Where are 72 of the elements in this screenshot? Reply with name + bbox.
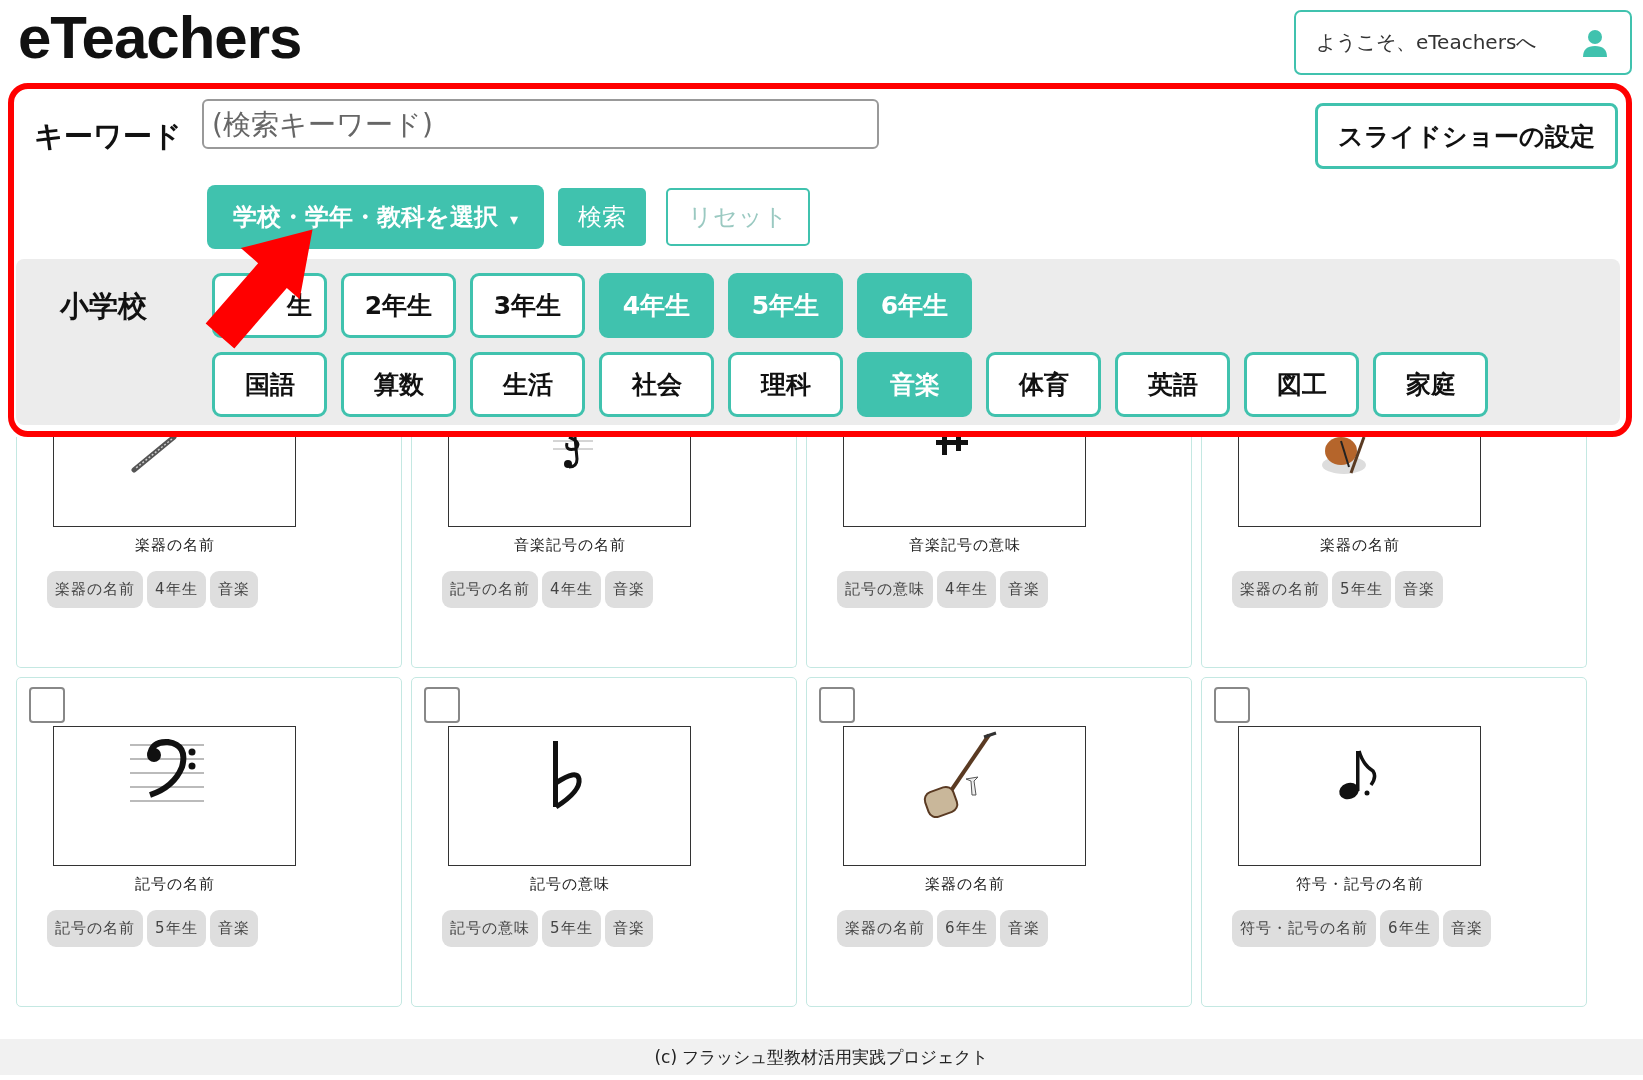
- treble-clef-icon: [552, 437, 594, 469]
- shamisen-icon: [921, 731, 997, 821]
- user-icon: [1582, 28, 1608, 57]
- card-title: 符号・記号の名前: [1294, 875, 1425, 894]
- subject-button[interactable]: 算数: [341, 352, 456, 417]
- checkbox[interactable]: [424, 687, 460, 723]
- tag[interactable]: 4年生: [147, 571, 206, 608]
- card[interactable]: 楽器の名前 楽器の名前 5年生 音楽: [1201, 437, 1587, 668]
- subject-button[interactable]: 体育: [986, 352, 1101, 417]
- tag[interactable]: 音楽: [999, 571, 1048, 608]
- tag[interactable]: 記号の名前: [442, 571, 538, 608]
- grade-button[interactable]: 3年生: [470, 273, 585, 338]
- tag[interactable]: 6年生: [937, 910, 996, 947]
- tag[interactable]: 4年生: [542, 571, 601, 608]
- violin-icon: [1322, 437, 1366, 474]
- card[interactable]: 音楽記号の意味 記号の意味 4年生 音楽: [806, 437, 1192, 668]
- card[interactable]: 楽器の名前 楽器の名前 6年生 音楽: [806, 677, 1192, 1007]
- card-title: 音楽記号の意味: [907, 536, 1022, 555]
- card[interactable]: 符号・記号の名前 符号・記号の名前 6年生 音楽: [1201, 677, 1587, 1007]
- tag[interactable]: 音楽: [604, 571, 653, 608]
- tag[interactable]: 5年生: [147, 910, 206, 947]
- subject-button[interactable]: 理科: [728, 352, 843, 417]
- card[interactable]: 音楽記号の名前 記号の名前 4年生 音楽: [411, 437, 797, 668]
- subject-button[interactable]: 生活: [470, 352, 585, 417]
- tag[interactable]: 4年生: [937, 571, 996, 608]
- tag[interactable]: 音楽: [604, 910, 653, 947]
- sharp-icon: [936, 437, 968, 455]
- subject-button[interactable]: 図工: [1244, 352, 1359, 417]
- tag[interactable]: 音楽: [999, 910, 1048, 947]
- keyword-label: キーワード: [34, 118, 182, 155]
- slideshow-settings-button[interactable]: スライドショーの設定: [1315, 103, 1618, 169]
- copyright-text: (c) フラッシュ型教材活用実践プロジェクト: [654, 1045, 989, 1069]
- welcome-text: ようこそ、eTeachersへ: [1316, 29, 1537, 56]
- card[interactable]: 記号の意味 記号の意味 5年生 音楽: [411, 677, 797, 1007]
- tag[interactable]: 記号の意味: [837, 571, 933, 608]
- tag[interactable]: 楽器の名前: [47, 571, 143, 608]
- tag[interactable]: 6年生: [1380, 910, 1439, 947]
- card-title: 楽器の名前: [923, 875, 1006, 894]
- checkbox[interactable]: [29, 687, 65, 723]
- tag[interactable]: 5年生: [1332, 571, 1391, 608]
- subject-button[interactable]: 社会: [599, 352, 714, 417]
- flute-icon: [131, 437, 177, 473]
- bass-clef-icon: [129, 738, 205, 802]
- tag[interactable]: 記号の意味: [442, 910, 538, 947]
- flat-icon: [553, 741, 582, 810]
- logo: eTeachers: [18, 8, 302, 68]
- subject-button[interactable]: 英語: [1115, 352, 1230, 417]
- subject-button[interactable]: 家庭: [1373, 352, 1488, 417]
- welcome-badge[interactable]: ようこそ、eTeachersへ: [1294, 10, 1632, 75]
- tag[interactable]: 楽器の名前: [837, 910, 933, 947]
- subject-button[interactable]: 国語: [212, 352, 327, 417]
- card[interactable]: 楽器の名前 楽器の名前 4年生 音楽: [16, 437, 402, 668]
- tag[interactable]: 符号・記号の名前: [1232, 910, 1376, 947]
- tag[interactable]: 音楽: [209, 571, 258, 608]
- checkbox[interactable]: [819, 687, 855, 723]
- grade-button[interactable]: 2年生: [341, 273, 456, 338]
- tag[interactable]: 楽器の名前: [1232, 571, 1328, 608]
- school-label: 小学校: [58, 288, 148, 325]
- card[interactable]: 記号の名前 記号の名前 5年生 音楽: [16, 677, 402, 1007]
- card-title: 楽器の名前: [1318, 536, 1401, 555]
- card-title: 記号の意味: [528, 875, 611, 894]
- card-title: 楽器の名前: [133, 536, 216, 555]
- tag[interactable]: 5年生: [542, 910, 601, 947]
- checkbox[interactable]: [1214, 687, 1250, 723]
- tag[interactable]: 音楽: [1394, 571, 1443, 608]
- keyword-field[interactable]: (検索キーワード): [202, 99, 879, 149]
- tag[interactable]: 音楽: [209, 910, 258, 947]
- eighth-note-icon: [1339, 750, 1377, 800]
- card-title: 音楽記号の名前: [512, 536, 627, 555]
- tag[interactable]: 記号の名前: [47, 910, 143, 947]
- tag[interactable]: 音楽: [1442, 910, 1491, 947]
- card-title: 記号の名前: [133, 875, 216, 894]
